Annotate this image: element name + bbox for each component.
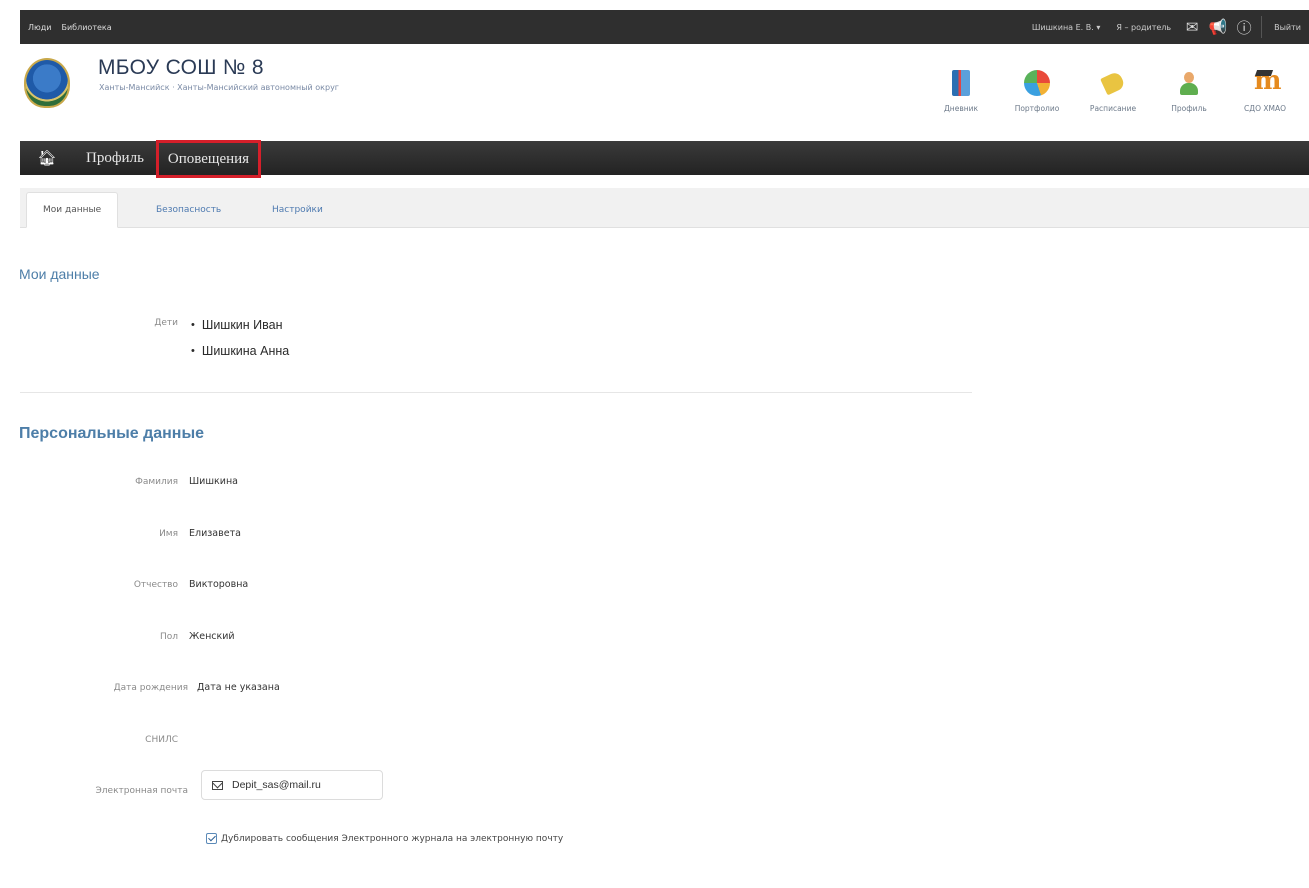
- envelope-icon: [212, 780, 223, 790]
- app-profile[interactable]: Профиль: [1151, 70, 1227, 113]
- last-name-value: Шишкина: [189, 476, 238, 487]
- personal-data-title: Персональные данные: [19, 425, 205, 442]
- schedule-icon: [1100, 70, 1126, 96]
- child-item[interactable]: Шишкина Анна: [191, 338, 289, 364]
- people-link[interactable]: Люди: [28, 23, 51, 32]
- field-label: Отчество: [133, 580, 178, 590]
- logout-link[interactable]: Выйти: [1266, 10, 1309, 44]
- diary-icon: [952, 70, 970, 96]
- nav-notifications[interactable]: Оповещения: [155, 140, 262, 178]
- school-emblem-icon: [24, 58, 70, 108]
- user-menu[interactable]: Шишкина Е. В. ▾: [1024, 10, 1109, 44]
- app-label: Дневник: [943, 104, 979, 113]
- portfolio-icon: [1024, 70, 1050, 96]
- tab-security[interactable]: Безопасность: [140, 192, 237, 228]
- child-item[interactable]: Шишкин Иван: [191, 312, 289, 338]
- email-field[interactable]: Depit_sas@mail.ru: [201, 770, 383, 800]
- app-diary[interactable]: Дневник: [923, 70, 999, 113]
- help-icon[interactable]: ⓘ: [1231, 10, 1257, 44]
- app-portfolio[interactable]: Портфолио: [999, 70, 1075, 113]
- field-label: Фамилия: [135, 477, 178, 487]
- duplicate-label: Дублировать сообщения Электронного журна…: [221, 833, 564, 844]
- profile-icon: [1176, 70, 1202, 96]
- mail-icon[interactable]: ✉: [1179, 10, 1205, 44]
- top-bar: Люди Библиотека Шишкина Е. В. ▾ Я – роди…: [20, 10, 1309, 44]
- app-sdo[interactable]: СДО ХМАО: [1227, 66, 1303, 113]
- email-value: Depit_sas@mail.ru: [232, 779, 321, 791]
- announcements-icon[interactable]: 📢: [1205, 10, 1231, 44]
- section-divider: [20, 392, 972, 393]
- school-header: МБОУ СОШ № 8 Ханты-Мансийск · Ханты-Манс…: [20, 44, 1309, 136]
- sdo-icon: [1252, 66, 1282, 96]
- app-shortcuts: Дневник Портфолио Расписание Профиль СДО…: [923, 66, 1303, 113]
- birth-date-value: Дата не указана: [197, 682, 280, 693]
- duplicate-checkbox[interactable]: [206, 833, 217, 844]
- gender-value: Женский: [189, 631, 235, 642]
- field-label: Пол: [159, 632, 178, 642]
- app-label: Профиль: [1171, 104, 1207, 113]
- school-location: Ханты-Мансийск · Ханты-Мансийский автоно…: [99, 83, 340, 92]
- my-data-title: Мои данные: [19, 266, 100, 282]
- children-label: Дети: [154, 318, 178, 328]
- tab-settings[interactable]: Настройки: [256, 192, 339, 228]
- app-label: Портфолио: [1014, 104, 1060, 113]
- profile-tabs: Мои данные Безопасность Настройки: [20, 188, 1309, 228]
- field-label: СНИЛС: [145, 735, 178, 745]
- app-label: СДО ХМАО: [1243, 104, 1287, 113]
- duplicate-to-email-row[interactable]: Дублировать сообщения Электронного журна…: [206, 833, 563, 844]
- app-schedule[interactable]: Расписание: [1075, 70, 1151, 113]
- divider: [1261, 16, 1263, 38]
- tab-my-data[interactable]: Мои данные: [26, 192, 119, 228]
- main-nav: 🏠︎ Профиль Оповещения: [20, 140, 1309, 178]
- children-list: Шишкин Иван Шишкина Анна: [191, 312, 289, 364]
- nav-profile[interactable]: Профиль: [74, 141, 156, 175]
- home-icon[interactable]: 🏠︎: [20, 141, 74, 175]
- app-label: Расписание: [1089, 104, 1137, 113]
- library-link[interactable]: Библиотека: [61, 23, 111, 32]
- first-name-value: Елизавета: [189, 528, 241, 539]
- role-switch[interactable]: Я – родитель: [1108, 10, 1179, 44]
- field-label: Дата рождения: [113, 683, 188, 693]
- middle-name-value: Викторовна: [189, 579, 249, 590]
- field-label: Имя: [159, 529, 178, 539]
- school-name[interactable]: МБОУ СОШ № 8: [98, 56, 264, 80]
- field-label: Электронная почта: [95, 786, 189, 796]
